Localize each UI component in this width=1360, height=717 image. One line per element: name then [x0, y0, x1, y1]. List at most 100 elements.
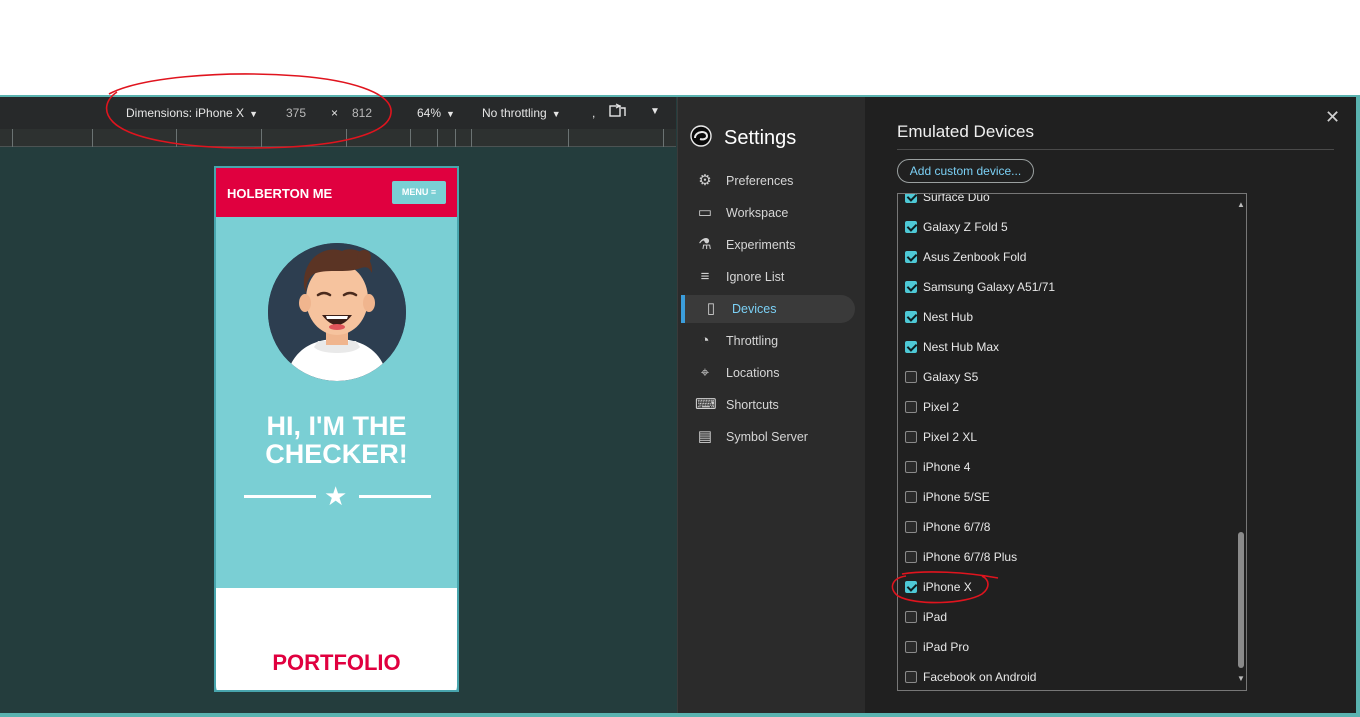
- ruler-tick: [663, 129, 664, 147]
- device-checkbox[interactable]: [905, 281, 917, 293]
- edge-logo-icon: [690, 125, 712, 147]
- nav-item-preferences[interactable]: ⚙ Preferences: [681, 167, 855, 195]
- site-header: HOLBERTON ME MENU ≡: [216, 168, 457, 217]
- emulated-devices-title: Emulated Devices: [897, 122, 1035, 141]
- device-label: iPhone 6/7/8 Plus: [923, 550, 1018, 564]
- device-label: iPad Pro: [923, 640, 970, 654]
- device-list[interactable]: Surface Duo Galaxy Z Fold 5 Asus Zenbook…: [897, 193, 1247, 691]
- device-label: Nest Hub: [923, 310, 974, 324]
- device-label: Nest Hub Max: [923, 340, 1000, 354]
- frame-bottom-border: [0, 713, 1360, 717]
- device-toolbar: Dimensions: iPhone X ▼ 375 × 812 64% ▼ No …: [0, 97, 676, 129]
- device-label: iPad: [923, 610, 948, 624]
- dimensions-label: Dimensions: iPhone X: [126, 106, 245, 120]
- height-input[interactable]: 812: [352, 106, 372, 120]
- divider-line-left: [244, 495, 316, 498]
- device-checkbox[interactable]: [905, 491, 917, 503]
- ruler-tick: [455, 129, 456, 147]
- device-checkbox[interactable]: [905, 521, 917, 533]
- device-checkbox[interactable]: [905, 194, 917, 203]
- device-checkbox[interactable]: [905, 341, 917, 353]
- title-divider: [897, 149, 1334, 150]
- rotate-icon[interactable]: [608, 103, 628, 122]
- ruler-tick: [410, 129, 411, 147]
- portfolio-section: PORTFOLIO: [216, 588, 457, 690]
- device-checkbox[interactable]: [905, 311, 917, 323]
- hero-line-1: HI, I'M THE: [266, 411, 407, 441]
- nav-item-experiments[interactable]: ⚗ Experiments: [681, 231, 855, 259]
- nav-label: Shortcuts: [726, 398, 779, 412]
- settings-content: ✕ Emulated Devices Add custom device... …: [865, 97, 1356, 713]
- device-checkbox[interactable]: [905, 581, 917, 593]
- avatar-icon: [268, 243, 406, 381]
- media-query-ruler: [0, 129, 676, 147]
- flask-icon: ⚗: [698, 236, 712, 253]
- more-options-chevron-icon[interactable]: ▼: [650, 106, 660, 117]
- zoom-dropdown[interactable]: 64% ▼: [417, 106, 455, 120]
- device-checkbox[interactable]: [905, 221, 917, 233]
- times-sign: ×: [331, 106, 339, 120]
- avatar-illustration: [268, 243, 406, 381]
- add-custom-device-button[interactable]: Add custom device...: [897, 159, 1034, 183]
- site-brand[interactable]: HOLBERTON ME: [227, 186, 332, 201]
- device-checkbox[interactable]: [905, 611, 917, 623]
- server-icon: ▤: [697, 428, 713, 445]
- nav-item-symbol-server[interactable]: ▤ Symbol Server: [681, 423, 855, 451]
- device-checkbox[interactable]: [905, 431, 917, 443]
- folder-icon: ▭: [697, 204, 713, 221]
- device-checkbox[interactable]: [905, 461, 917, 473]
- close-icon[interactable]: ✕: [1325, 107, 1340, 128]
- device-label: iPhone 5/SE: [923, 490, 990, 504]
- divider-line-right: [359, 495, 431, 498]
- ruler-tick: [176, 129, 177, 147]
- nav-label: Devices: [732, 302, 777, 316]
- gauge-icon: ◔: [700, 332, 710, 349]
- device-checkbox[interactable]: [905, 641, 917, 653]
- active-indicator: [681, 295, 685, 323]
- nav-item-workspace[interactable]: ▭ Workspace: [681, 199, 855, 227]
- portfolio-heading: PORTFOLIO: [272, 650, 401, 675]
- nav-label: Ignore List: [726, 270, 785, 284]
- nav-label: Symbol Server: [726, 430, 808, 444]
- ruler-tick: [568, 129, 569, 147]
- device-checkbox[interactable]: [905, 671, 917, 683]
- hero-line-2: CHECKER!: [265, 439, 408, 469]
- scroll-up-arrow-icon[interactable]: ▲: [1237, 200, 1245, 209]
- device-label: Surface Duo: [923, 193, 990, 204]
- frame-right-border: [1356, 96, 1360, 717]
- hero-heading: HI, I'M THE CHECKER!: [216, 412, 457, 468]
- nav-label: Preferences: [726, 174, 794, 188]
- device-checkbox[interactable]: [905, 551, 917, 563]
- nav-item-ignore-list[interactable]: ≡ Ignore List: [681, 263, 855, 291]
- list-scrollbar-thumb[interactable]: [1238, 532, 1244, 668]
- page-top-blank: [0, 0, 1360, 96]
- throttling-label: No throttling: [482, 106, 547, 120]
- zoom-label: 64%: [417, 106, 442, 120]
- menu-button[interactable]: MENU ≡: [392, 181, 446, 204]
- device-label: Facebook on Android: [923, 670, 1037, 684]
- throttling-dropdown[interactable]: No throttling ▼: [482, 106, 561, 120]
- device-label: Pixel 2 XL: [923, 430, 978, 444]
- device-checkbox[interactable]: [905, 401, 917, 413]
- chevron-down-icon: ▼: [249, 109, 258, 119]
- device-label: Asus Zenbook Fold: [923, 250, 1027, 264]
- nav-item-throttling[interactable]: ◔ Throttling: [681, 327, 855, 355]
- chevron-down-icon: ▼: [551, 109, 561, 119]
- device-checkbox[interactable]: [905, 251, 917, 263]
- ruler-tick: [12, 129, 13, 147]
- device-label: iPhone 4: [923, 460, 971, 474]
- star-icon: ★: [324, 481, 348, 511]
- nav-item-shortcuts[interactable]: ⌨ Shortcuts: [681, 391, 855, 419]
- dimensions-dropdown[interactable]: Dimensions: iPhone X ▼: [126, 106, 258, 120]
- emulated-phone-viewport[interactable]: HOLBERTON ME MENU ≡ HI, I'M THE CHECKER!…: [214, 166, 459, 692]
- width-input[interactable]: 375: [286, 106, 306, 120]
- scroll-down-arrow-icon[interactable]: ▼: [1237, 674, 1245, 683]
- ruler-tick: [471, 129, 472, 147]
- nav-item-locations[interactable]: ⌖ Locations: [681, 359, 855, 387]
- device-checkbox[interactable]: [905, 371, 917, 383]
- ruler-tick: [261, 129, 262, 147]
- devices-icon: ▯: [706, 300, 716, 317]
- nav-item-devices[interactable]: ▯ Devices: [681, 295, 855, 323]
- device-label: iPhone 6/7/8: [923, 520, 991, 534]
- device-label: Samsung Galaxy A51/71: [923, 280, 1056, 294]
